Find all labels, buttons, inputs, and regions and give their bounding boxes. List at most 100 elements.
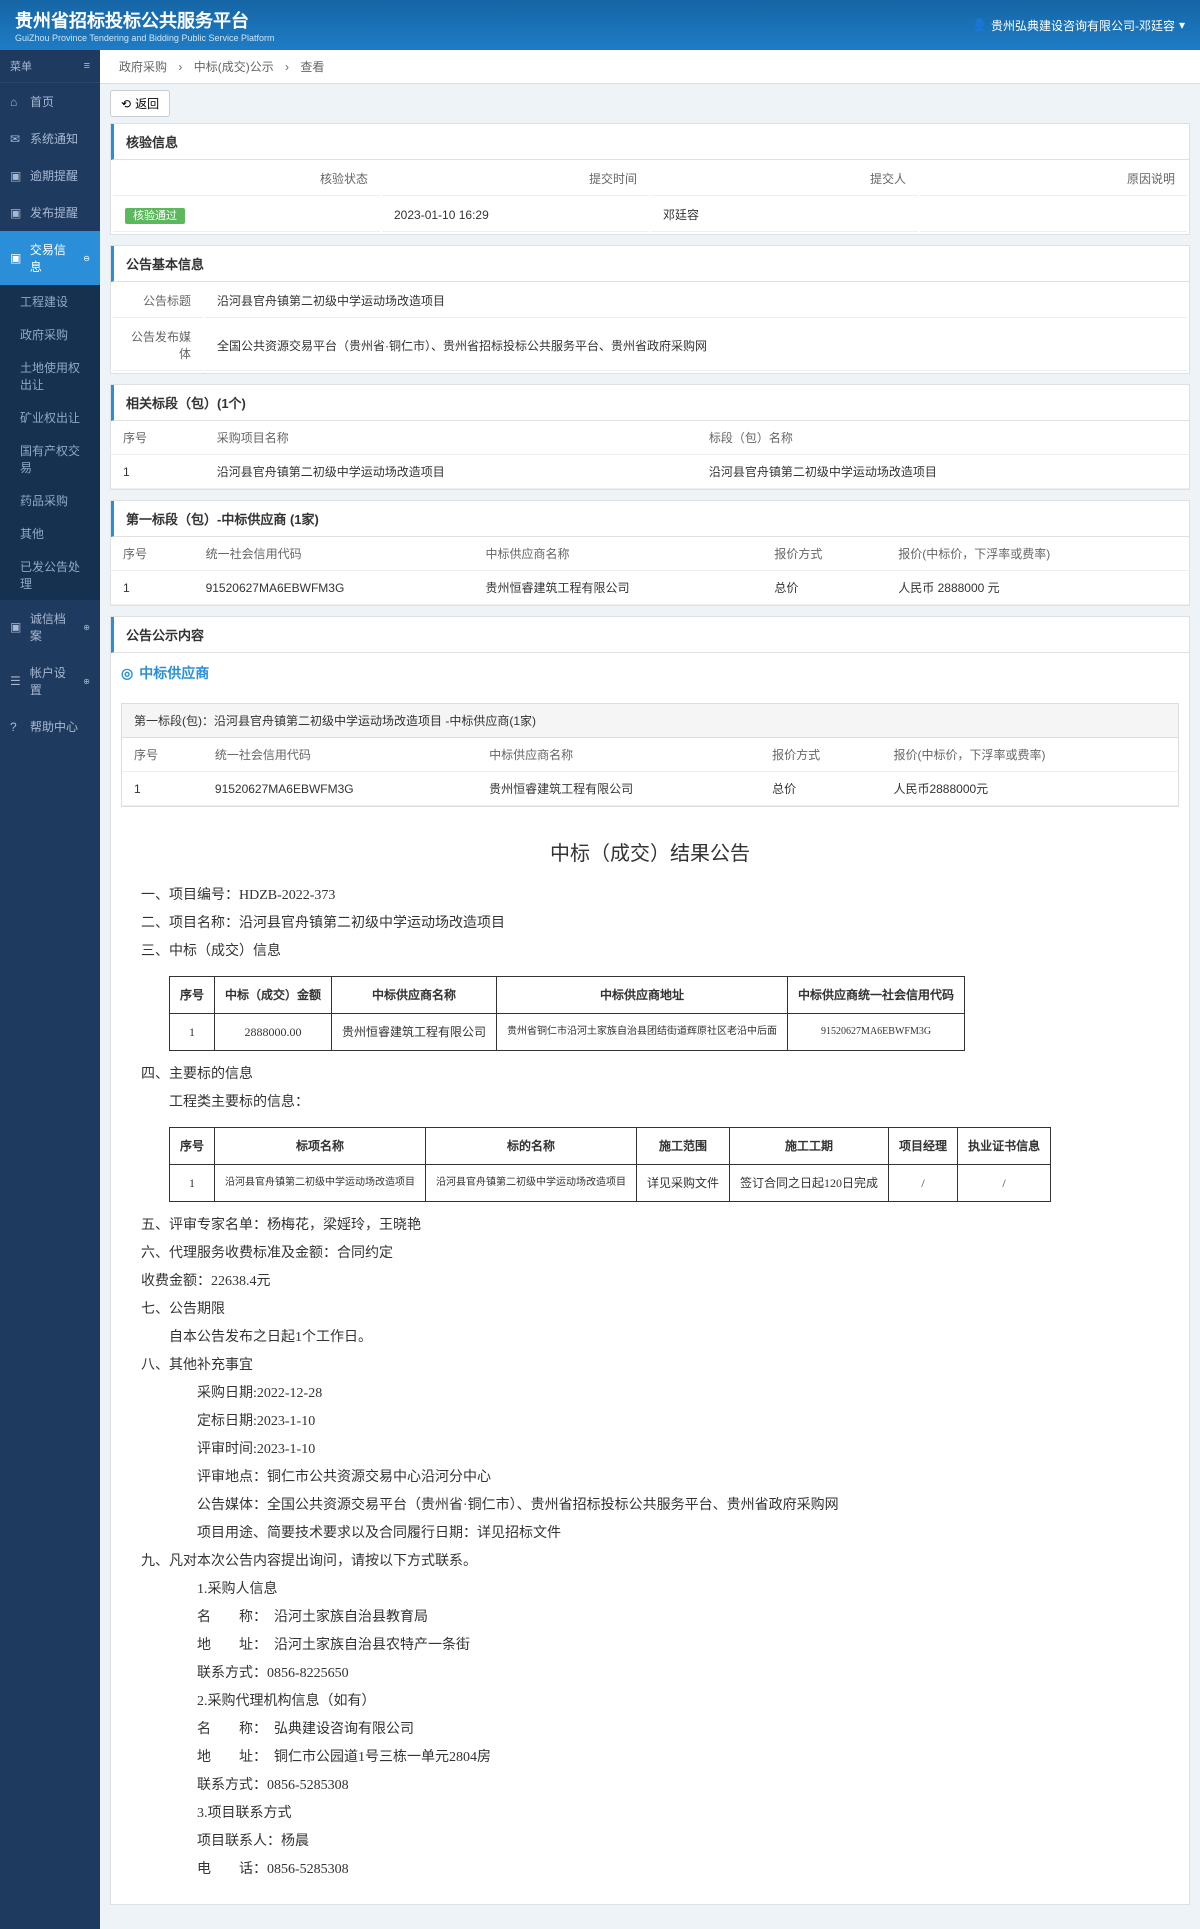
ann-line: 项目用途、简要技术要求以及合同履行日期：详见招标文件 bbox=[141, 1520, 1159, 1548]
help-icon: ? bbox=[10, 720, 24, 734]
sidebar-item-label: 系统通知 bbox=[30, 130, 78, 147]
ann-line: 评审时间:2023-1-10 bbox=[141, 1436, 1159, 1464]
sidebar: 菜单 ≡ ⌂首页 ✉ 系统通知 ▣ 逾期提醒 ▣发布提醒 ▣交易信息⊖ 工程建设 政… bbox=[0, 50, 100, 1929]
chevron-icon: ⊕ bbox=[83, 623, 90, 632]
notice-panel: 公告公示内容 ◎中标供应商 第一标段(包)：沿河县官舟镇第二初级中学运动场改造项… bbox=[110, 616, 1190, 1905]
ann-line: 2.采购代理机构信息（如有） bbox=[141, 1688, 1159, 1716]
submenu-item[interactable]: 政府采购 bbox=[0, 318, 100, 351]
table-row: 1沿河县官舟镇第二初级中学运动场改造项目沿河县官舟镇第二初级中学运动场改造项目详… bbox=[170, 1165, 1051, 1202]
td: 1 bbox=[111, 455, 205, 489]
table-row: 1沿河县官舟镇第二初级中学运动场改造项目沿河县官舟镇第二初级中学运动场改造项目 bbox=[111, 455, 1189, 489]
panel-header: 第一标段（包）-中标供应商 (1家) bbox=[111, 501, 1189, 537]
td: 贵州恒睿建筑工程有限公司 bbox=[473, 571, 762, 605]
sidebar-item-account[interactable]: ☰ 帐户设置 ⊕ bbox=[0, 654, 100, 708]
verify-panel: 核验信息 核验状态 提交时间 提交人 原因说明 核验通过 2023-01-10 … bbox=[110, 123, 1190, 235]
submenu-item[interactable]: 矿业权出让 bbox=[0, 401, 100, 434]
td: 贵州恒睿建筑工程有限公司 bbox=[332, 1014, 497, 1051]
supplier-box: 第一标段(包)：沿河县官舟镇第二初级中学运动场改造项目 -中标供应商(1家) 序… bbox=[121, 703, 1179, 807]
ann-line: 联系方式：0856-5285308 bbox=[141, 1772, 1159, 1800]
content: 政府采购 › 中标(成交)公示 › 查看 ⟲返回 核验信息 核验状态 提交时间 … bbox=[100, 50, 1200, 1929]
sidebar-item-publish[interactable]: ▣发布提醒 bbox=[0, 194, 100, 231]
ann-line: 七、公告期限 bbox=[141, 1296, 1159, 1324]
target-icon: ◎ bbox=[121, 665, 133, 682]
user-name: 贵州弘典建设咨询有限公司-邓廷容 bbox=[991, 17, 1175, 34]
th: 序号 bbox=[170, 977, 215, 1014]
td: 人民币 2888000 元 bbox=[886, 571, 1189, 605]
ann-line: 地 址： 铜仁市公园道1号三栋一单元2804房 bbox=[141, 1744, 1159, 1772]
td: 91520627MA6EBWFM3G bbox=[203, 772, 477, 806]
ann-line: 收费金额：22638.4元 bbox=[141, 1268, 1159, 1296]
settings-icon: ☰ bbox=[10, 674, 24, 688]
td: 91520627MA6EBWFM3G bbox=[194, 571, 474, 605]
submenu-item[interactable]: 药品采购 bbox=[0, 484, 100, 517]
back-button[interactable]: ⟲返回 bbox=[110, 90, 170, 117]
td: / bbox=[958, 1165, 1051, 1202]
status-badge: 核验通过 bbox=[125, 208, 185, 224]
th: 中标供应商名称 bbox=[477, 738, 760, 772]
td: 91520627MA6EBWFM3G bbox=[788, 1014, 965, 1051]
td: 贵州恒睿建筑工程有限公司 bbox=[477, 772, 760, 806]
panel-header: 核验信息 bbox=[111, 124, 1189, 160]
sidebar-item-home[interactable]: ⌂首页 bbox=[0, 83, 100, 120]
verify-table: 核验状态 提交时间 提交人 原因说明 核验通过 2023-01-10 16:29… bbox=[111, 160, 1189, 234]
th: 序号 bbox=[111, 537, 194, 571]
menu-toggle-icon[interactable]: ≡ bbox=[84, 60, 90, 72]
panel-icon: ▣ bbox=[10, 206, 24, 220]
th: 报价(中标价，下浮率或费率) bbox=[886, 537, 1189, 571]
td: 沿河县官舟镇第二初级中学运动场改造项目 bbox=[426, 1165, 637, 1202]
label: 公告标题 bbox=[113, 284, 203, 318]
breadcrumb-item[interactable]: 政府采购 bbox=[119, 60, 167, 74]
chevron-icon: ⊕ bbox=[83, 677, 90, 686]
sidebar-item-credit[interactable]: ▣诚信档案⊕ bbox=[0, 600, 100, 654]
sidebar-item-label: 帐户设置 bbox=[30, 664, 77, 698]
ann-line: 名 称： 沿河土家族自治县教育局 bbox=[141, 1604, 1159, 1632]
panel-header: 公告基本信息 bbox=[111, 246, 1189, 282]
ann-line: 定标日期:2023-1-10 bbox=[141, 1408, 1159, 1436]
sidebar-item-label: 逾期提醒 bbox=[30, 167, 78, 184]
td: 1 bbox=[111, 571, 194, 605]
subject-table: 序号标项名称标的名称施工范围施工工期项目经理执业证书信息 1沿河县官舟镇第二初级… bbox=[169, 1127, 1051, 1202]
header: 贵州省招标投标公共服务平台 GuiZhou Province Tendering… bbox=[0, 0, 1200, 50]
sidebar-item-notice[interactable]: ✉ 系统通知 bbox=[0, 120, 100, 157]
table-row: 191520627MA6EBWFM3G贵州恒睿建筑工程有限公司总价人民币2888… bbox=[122, 772, 1178, 806]
submenu: 工程建设 政府采购 土地使用权出让 矿业权出让 国有产权交易 药品采购 其他 已… bbox=[0, 285, 100, 600]
breadcrumb-item[interactable]: 中标(成交)公示 bbox=[194, 60, 274, 74]
user-info[interactable]: 👤 贵州弘典建设咨询有限公司-邓廷容 ▾ bbox=[972, 17, 1185, 34]
sidebar-item-help[interactable]: ?帮助中心 bbox=[0, 708, 100, 745]
td: 沿河县官舟镇第二初级中学运动场改造项目 bbox=[215, 1165, 426, 1202]
table-row: 191520627MA6EBWFM3G贵州恒睿建筑工程有限公司总价人民币 288… bbox=[111, 571, 1189, 605]
back-label: 返回 bbox=[135, 95, 159, 112]
panel-icon: ▣ bbox=[10, 251, 24, 265]
announcement-title: 中标（成交）结果公告 bbox=[141, 837, 1159, 866]
basic-table: 公告标题沿河县官舟镇第二初级中学运动场改造项目 公告发布媒体全国公共资源交易平台… bbox=[111, 282, 1189, 373]
chevron-down-icon: ▾ bbox=[1179, 18, 1185, 32]
submenu-item[interactable]: 国有产权交易 bbox=[0, 434, 100, 484]
td: 总价 bbox=[760, 772, 881, 806]
submenu-item[interactable]: 已发公告处理 bbox=[0, 550, 100, 600]
breadcrumb-item: 查看 bbox=[300, 60, 324, 74]
site-title: 贵州省招标投标公共服务平台 bbox=[15, 7, 274, 33]
submenu-item[interactable]: 土地使用权出让 bbox=[0, 351, 100, 401]
verify-time: 2023-01-10 16:29 bbox=[382, 198, 649, 232]
mail-icon: ✉ bbox=[10, 132, 24, 146]
ann-line: 名 称： 弘典建设咨询有限公司 bbox=[141, 1716, 1159, 1744]
panel-header: 公告公示内容 bbox=[111, 617, 1189, 653]
sidebar-item-overdue[interactable]: ▣ 逾期提醒 bbox=[0, 157, 100, 194]
user-icon: 👤 bbox=[972, 18, 987, 32]
td: / bbox=[889, 1165, 958, 1202]
panel-header: 相关标段（包）(1个) bbox=[111, 385, 1189, 421]
th: 标段（包）名称 bbox=[697, 421, 1189, 455]
panel-icon: ▣ bbox=[10, 169, 24, 183]
sidebar-item-trade[interactable]: ▣交易信息⊖ bbox=[0, 231, 100, 285]
ann-line: 评审地点：铜仁市公共资源交易中心沿河分中心 bbox=[141, 1464, 1159, 1492]
winning-table: 序号统一社会信用代码中标供应商名称报价方式报价(中标价，下浮率或费率) 1915… bbox=[111, 537, 1189, 605]
home-icon: ⌂ bbox=[10, 95, 24, 109]
submenu-item[interactable]: 其他 bbox=[0, 517, 100, 550]
menu-label: 菜单 bbox=[10, 58, 32, 74]
th: 报价方式 bbox=[762, 537, 886, 571]
td: 2888000.00 bbox=[215, 1014, 332, 1051]
th: 中标（成交）金额 bbox=[215, 977, 332, 1014]
td: 贵州省铜仁市沿河土家族自治县团结街道辉原社区老沿中后面 bbox=[497, 1014, 788, 1051]
submenu-item[interactable]: 工程建设 bbox=[0, 285, 100, 318]
th: 施工工期 bbox=[730, 1128, 889, 1165]
